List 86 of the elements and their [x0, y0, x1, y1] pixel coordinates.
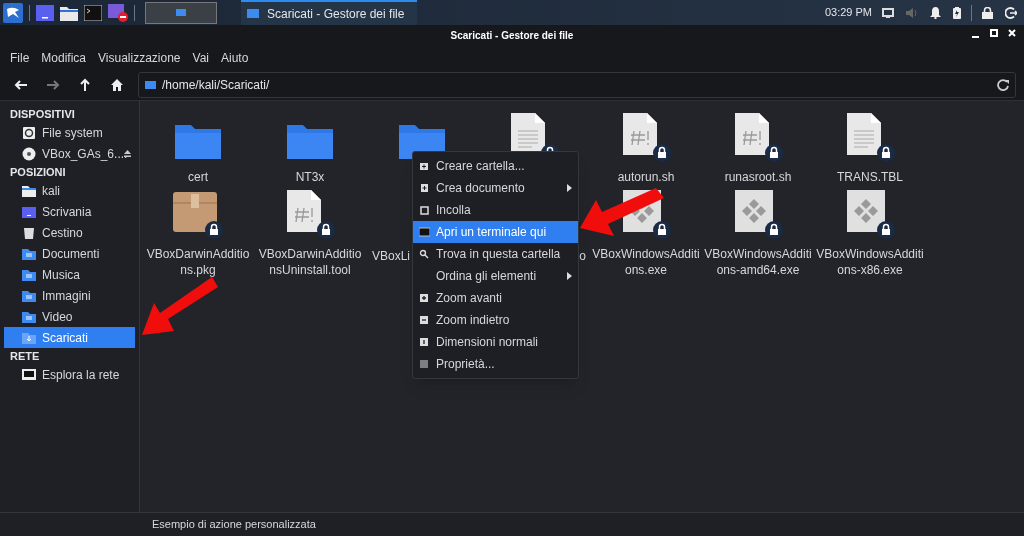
window-title: Scaricati - Gestore dei file — [450, 28, 574, 43]
section-heading: RETE — [9, 348, 41, 364]
file-name[interactable]: cert — [144, 169, 252, 185]
menu-item[interactable]: Crea documento — [413, 177, 578, 199]
desktop-icon[interactable] — [36, 4, 54, 21]
zoom-in-icon — [419, 293, 430, 303]
folder-icon — [22, 288, 36, 303]
sidebar-item[interactable]: File system — [4, 122, 135, 143]
sidebar-item[interactable]: Documenti — [4, 243, 135, 264]
menu-item[interactable]: Vai — [186, 48, 215, 67]
network-icon — [22, 367, 36, 382]
close-icon[interactable] — [1008, 28, 1016, 38]
properties-icon — [419, 359, 430, 369]
menu-item[interactable]: Visualizzazione — [92, 48, 187, 67]
sidebar-item[interactable]: Esplora la rete — [4, 364, 135, 385]
menu-item[interactable]: Ordina gli elementi — [413, 265, 578, 287]
file-name[interactable]: VBoxDarwinAdditionsUninstall.tool — [256, 246, 364, 278]
disc-icon — [22, 146, 36, 161]
menu-item[interactable]: Zoom avanti — [413, 287, 578, 309]
home-icon[interactable] — [110, 78, 124, 92]
sidebar-item[interactable]: VBox_GAs_6.... — [4, 143, 135, 164]
file-name[interactable]: VBoxWindowsAdditions-x86.exe — [816, 246, 924, 278]
home-icon — [22, 183, 36, 198]
file-name[interactable]: autorun.sh — [592, 169, 700, 185]
screen-recorder-icon[interactable] — [108, 3, 128, 22]
status-text: Esempio di azione personalizzata — [152, 517, 316, 533]
folder-icon — [145, 81, 156, 89]
sidebar-item[interactable]: Scrivania — [4, 201, 135, 222]
sidebar-item[interactable]: Musica — [4, 264, 135, 285]
reload-icon[interactable] — [997, 79, 1009, 91]
file-name[interactable]: VBoxLi — [366, 248, 411, 264]
menu-item[interactable]: Modifica — [35, 48, 93, 67]
location-field[interactable]: /home/kali/Scaricati/ — [138, 72, 1016, 98]
menu-item[interactable]: Aiuto — [215, 48, 255, 67]
menu-item[interactable]: Zoom indietro — [413, 309, 578, 331]
clock[interactable]: 03:29 PM — [824, 4, 872, 21]
taskbar-window-button[interactable]: Scaricati - Gestore dei file — [241, 0, 417, 25]
sidebar-item[interactable]: kali — [4, 180, 135, 201]
menu-item[interactable]: Creare cartella... — [413, 155, 578, 177]
up-icon[interactable] — [78, 78, 92, 92]
folder-icon — [22, 309, 36, 324]
menu-item[interactable]: Apri un terminale qui — [413, 221, 578, 243]
file-name[interactable]: VBoxWindowsAdditions-amd64.exe — [704, 246, 812, 278]
file-name[interactable]: runasroot.sh — [704, 169, 812, 185]
file-name[interactable]: o — [579, 248, 590, 264]
logout-icon[interactable] — [1005, 6, 1017, 19]
new-folder-icon — [419, 161, 430, 171]
new-document-icon — [419, 183, 430, 193]
downloads-icon — [22, 330, 36, 345]
sidebar-item[interactable]: Cestino — [4, 222, 135, 243]
folder-icon — [22, 267, 36, 282]
trash-icon — [22, 225, 36, 240]
folder-icon — [176, 9, 186, 16]
bell-icon[interactable] — [930, 6, 941, 19]
drive-icon — [22, 125, 36, 140]
folder-icon[interactable] — [60, 4, 78, 21]
folder-icon — [247, 9, 259, 18]
lock-icon[interactable] — [982, 6, 993, 19]
package-icon[interactable] — [171, 190, 225, 240]
zoom-out-icon — [419, 315, 430, 325]
section-heading: DISPOSITIVI — [9, 106, 76, 122]
battery-icon[interactable] — [953, 6, 961, 19]
file-name[interactable]: VBoxWindowsAdditions.exe — [592, 246, 700, 278]
file-name[interactable]: TRANS.TBL — [816, 169, 924, 185]
sidebar-item[interactable]: Scaricati — [4, 327, 135, 348]
search-icon — [419, 249, 430, 259]
terminal-icon[interactable] — [84, 4, 102, 21]
menu-item[interactable]: Dimensioni normali — [413, 331, 578, 353]
workspace-button[interactable] — [145, 1, 217, 24]
sidebar-item[interactable]: Immagini — [4, 285, 135, 306]
menu-item[interactable]: File — [4, 48, 36, 67]
zoom-reset-icon — [419, 337, 430, 347]
sidebar-item[interactable]: Video — [4, 306, 135, 327]
file-name[interactable]: VBoxDarwinAdditions.pkg — [144, 246, 252, 278]
back-icon[interactable] — [14, 78, 28, 92]
file-name[interactable]: NT3x — [256, 169, 364, 185]
display-icon[interactable] — [882, 7, 894, 18]
maximize-icon[interactable] — [990, 28, 998, 38]
section-heading: POSIZIONI — [9, 164, 67, 180]
menu-item[interactable]: Trova in questa cartella — [413, 243, 578, 265]
terminal-icon — [419, 227, 430, 237]
menu-item[interactable]: Proprietà... — [413, 353, 578, 375]
folder-icon — [22, 246, 36, 261]
menu-item[interactable]: Incolla — [413, 199, 578, 221]
desktop-icon — [22, 204, 36, 219]
paste-icon — [419, 205, 430, 215]
